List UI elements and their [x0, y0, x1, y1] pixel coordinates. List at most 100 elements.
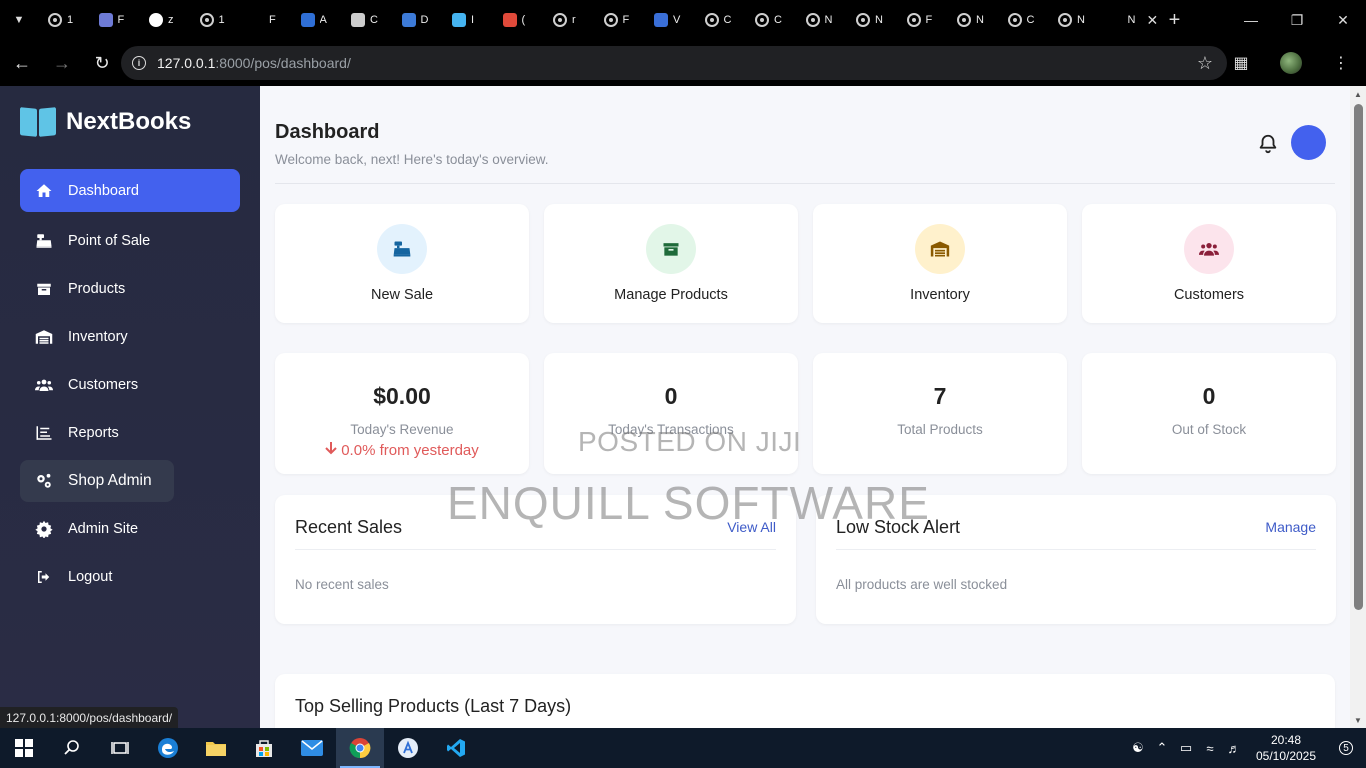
main-content: Dashboard Welcome back, next! Here's tod… — [260, 86, 1350, 728]
sidebar-item-reports[interactable]: Reports — [20, 409, 240, 457]
cogs-icon — [34, 471, 54, 491]
browser-tab[interactable]: 1 — [38, 0, 89, 40]
reload-icon[interactable]: ↻ — [84, 45, 120, 81]
url-text[interactable]: 127.0.0.1:8000/pos/dashboard/ — [157, 55, 351, 71]
refresh-icon — [351, 13, 365, 27]
sidebar-item-label: Customers — [68, 377, 139, 393]
brand-name: NextBooks — [66, 108, 192, 135]
battery-icon[interactable]: ▭ — [1174, 740, 1198, 756]
app-store-a-icon[interactable] — [384, 728, 432, 768]
close-tab-icon[interactable]: ✕ — [1147, 12, 1159, 29]
tab-title: N — [1127, 14, 1136, 26]
sidebar-item-products[interactable]: Products — [20, 265, 240, 313]
page-scrollbar[interactable]: ▲ ▼ — [1350, 86, 1366, 728]
download-icon — [401, 13, 416, 27]
browser-tab[interactable]: F — [89, 0, 140, 40]
sidebar-item-admin-site[interactable]: Admin Site — [20, 505, 240, 553]
profile-avatar[interactable] — [1266, 52, 1316, 74]
site-info-icon[interactable]: i — [121, 56, 157, 70]
new-tab-plus-icon[interactable]: + — [1159, 0, 1191, 40]
app-icon — [300, 13, 315, 27]
minimize-icon[interactable]: — — [1228, 0, 1274, 40]
chrome-icon[interactable] — [336, 728, 384, 768]
tab-title: C — [723, 14, 732, 26]
browser-tab[interactable]: 1 — [190, 0, 241, 40]
clock[interactable]: 20:48 05/10/2025 — [1246, 732, 1326, 764]
user-avatar[interactable] — [1291, 125, 1326, 160]
low-stock-empty: All products are well stocked — [836, 577, 1008, 592]
notifications-icon[interactable]: 5 — [1326, 741, 1366, 755]
header-divider — [275, 183, 1335, 184]
browser-tab[interactable]: C — [695, 0, 746, 40]
watermark-jiji: POSTED ON JIJI — [578, 426, 802, 457]
browser-tab[interactable]: F — [240, 0, 291, 40]
status-url-bubble: 127.0.0.1:8000/pos/dashboard/ — [0, 707, 179, 728]
browser-tab[interactable]: A — [291, 0, 342, 40]
browser-tab[interactable]: N — [1048, 0, 1099, 40]
sidebar-item-dashboard[interactable]: Dashboard — [20, 169, 240, 212]
edge-browser-icon[interactable] — [144, 728, 192, 768]
page-title: Dashboard — [275, 121, 380, 143]
quick-action-customers[interactable]: Customers — [1082, 204, 1336, 323]
globe-icon — [553, 13, 567, 27]
quick-action-inventory[interactable]: Inventory — [813, 204, 1067, 323]
scroll-down-arrow-icon[interactable]: ▼ — [1350, 712, 1366, 728]
browser-tab[interactable]: N — [796, 0, 847, 40]
volume-icon[interactable]: ♬ — [1222, 741, 1246, 756]
sidebar-item-shop-admin[interactable]: Shop Admin — [20, 460, 174, 502]
tab-search-chevron-icon[interactable]: ▼ — [0, 0, 38, 40]
sidebar-item-point-of-sale[interactable]: Point of Sale — [20, 217, 240, 265]
forward-arrow-icon[interactable]: → — [44, 45, 80, 81]
people-icon[interactable]: ☯ — [1126, 740, 1150, 756]
browser-tab[interactable]: I — [442, 0, 493, 40]
users-icon — [1184, 224, 1234, 274]
tray-chevron-up-icon[interactable]: ⌃ — [1150, 740, 1174, 756]
restore-icon[interactable]: ❐ — [1274, 0, 1320, 40]
windows-start-icon[interactable] — [0, 728, 48, 768]
browser-tab[interactable]: C — [745, 0, 796, 40]
store-icon[interactable] — [240, 728, 288, 768]
quick-action-manage-products[interactable]: Manage Products — [544, 204, 798, 323]
tab-title: z — [168, 14, 174, 26]
extensions-puzzle-icon[interactable]: ▦ — [1216, 53, 1266, 73]
sidebar-item-logout[interactable]: Logout — [20, 553, 240, 601]
file-explorer-icon[interactable] — [192, 728, 240, 768]
back-arrow-icon[interactable]: ← — [4, 45, 40, 81]
bookmark-star-icon[interactable]: ☆ — [1197, 53, 1213, 74]
sidebar-item-customers[interactable]: Customers — [20, 361, 240, 409]
task-view-icon[interactable] — [96, 728, 144, 768]
browser-tab[interactable]: r — [543, 0, 594, 40]
browser-tab[interactable]: C — [998, 0, 1049, 40]
browser-tab[interactable]: C — [341, 0, 392, 40]
scroll-thumb[interactable] — [1354, 104, 1363, 610]
mail-icon[interactable] — [288, 728, 336, 768]
address-bar[interactable]: i 127.0.0.1:8000/pos/dashboard/ ☆ — [121, 46, 1227, 80]
browser-tab[interactable]: V — [644, 0, 695, 40]
logout-icon — [34, 567, 54, 587]
globe-icon — [48, 13, 62, 27]
quick-action-new-sale[interactable]: New Sale — [275, 204, 529, 323]
browser-tab[interactable]: N — [947, 0, 998, 40]
stat-change-text: 0.0% from yesterday — [341, 441, 479, 459]
bell-icon[interactable] — [1257, 133, 1279, 155]
wifi-icon[interactable]: ≈ — [1198, 741, 1222, 756]
vscode-icon[interactable] — [432, 728, 480, 768]
browser-tab[interactable]: D — [392, 0, 443, 40]
sidebar-item-inventory[interactable]: Inventory — [20, 313, 240, 361]
window-controls: — ❐ ✕ — [1228, 0, 1366, 40]
browser-tab[interactable]: ( — [493, 0, 544, 40]
sidebar-item-label: Products — [68, 281, 126, 297]
browser-tab[interactable]: z — [139, 0, 190, 40]
close-window-icon[interactable]: ✕ — [1320, 0, 1366, 40]
browser-menu-kebab-icon[interactable]: ⋮ — [1316, 53, 1366, 73]
manage-link[interactable]: Manage — [1265, 519, 1316, 535]
browser-tab[interactable]: F — [594, 0, 645, 40]
globe-icon — [856, 13, 870, 27]
brand[interactable]: NextBooks — [20, 107, 192, 137]
browser-tab[interactable]: N — [846, 0, 897, 40]
browser-tab[interactable]: N ✕ — [1099, 0, 1159, 40]
scroll-up-arrow-icon[interactable]: ▲ — [1350, 86, 1366, 102]
browser-tab[interactable]: F — [897, 0, 948, 40]
search-icon[interactable] — [48, 728, 96, 768]
watermark-enquill: ENQUILL SOFTWARE — [447, 477, 930, 529]
